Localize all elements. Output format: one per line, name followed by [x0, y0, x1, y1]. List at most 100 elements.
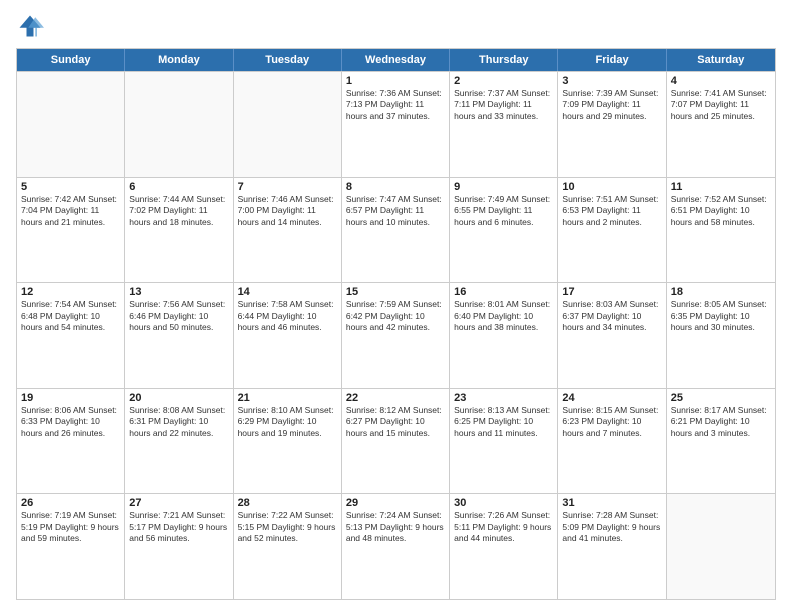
day-info: Sunrise: 7:59 AM Sunset: 6:42 PM Dayligh… [346, 299, 445, 333]
day-info: Sunrise: 8:01 AM Sunset: 6:40 PM Dayligh… [454, 299, 553, 333]
day-number: 15 [346, 286, 445, 298]
day-cell-12: 12Sunrise: 7:54 AM Sunset: 6:48 PM Dayli… [17, 283, 125, 388]
day-number: 5 [21, 181, 120, 193]
day-cell-8: 8Sunrise: 7:47 AM Sunset: 6:57 PM Daylig… [342, 178, 450, 283]
day-cell-22: 22Sunrise: 8:12 AM Sunset: 6:27 PM Dayli… [342, 389, 450, 494]
day-number: 14 [238, 286, 337, 298]
empty-cell-4-6 [667, 494, 775, 599]
weekday-header-tuesday: Tuesday [234, 49, 342, 71]
calendar-body: 1Sunrise: 7:36 AM Sunset: 7:13 PM Daylig… [17, 71, 775, 599]
day-number: 27 [129, 497, 228, 509]
day-info: Sunrise: 7:19 AM Sunset: 5:19 PM Dayligh… [21, 510, 120, 544]
day-number: 3 [562, 75, 661, 87]
day-number: 2 [454, 75, 553, 87]
day-cell-6: 6Sunrise: 7:44 AM Sunset: 7:02 PM Daylig… [125, 178, 233, 283]
weekday-header-thursday: Thursday [450, 49, 558, 71]
day-info: Sunrise: 7:26 AM Sunset: 5:11 PM Dayligh… [454, 510, 553, 544]
weekday-header-friday: Friday [558, 49, 666, 71]
day-number: 28 [238, 497, 337, 509]
day-info: Sunrise: 8:06 AM Sunset: 6:33 PM Dayligh… [21, 405, 120, 439]
calendar-row-1: 5Sunrise: 7:42 AM Sunset: 7:04 PM Daylig… [17, 177, 775, 283]
day-cell-10: 10Sunrise: 7:51 AM Sunset: 6:53 PM Dayli… [558, 178, 666, 283]
day-number: 9 [454, 181, 553, 193]
weekday-header-saturday: Saturday [667, 49, 775, 71]
day-info: Sunrise: 7:47 AM Sunset: 6:57 PM Dayligh… [346, 194, 445, 228]
day-number: 31 [562, 497, 661, 509]
day-cell-9: 9Sunrise: 7:49 AM Sunset: 6:55 PM Daylig… [450, 178, 558, 283]
day-info: Sunrise: 7:56 AM Sunset: 6:46 PM Dayligh… [129, 299, 228, 333]
day-info: Sunrise: 7:58 AM Sunset: 6:44 PM Dayligh… [238, 299, 337, 333]
day-number: 13 [129, 286, 228, 298]
calendar-header: SundayMondayTuesdayWednesdayThursdayFrid… [17, 49, 775, 71]
day-info: Sunrise: 7:49 AM Sunset: 6:55 PM Dayligh… [454, 194, 553, 228]
day-cell-24: 24Sunrise: 8:15 AM Sunset: 6:23 PM Dayli… [558, 389, 666, 494]
day-cell-11: 11Sunrise: 7:52 AM Sunset: 6:51 PM Dayli… [667, 178, 775, 283]
day-info: Sunrise: 7:42 AM Sunset: 7:04 PM Dayligh… [21, 194, 120, 228]
day-number: 17 [562, 286, 661, 298]
empty-cell-0-1 [125, 72, 233, 177]
day-number: 30 [454, 497, 553, 509]
day-info: Sunrise: 8:10 AM Sunset: 6:29 PM Dayligh… [238, 405, 337, 439]
day-cell-2: 2Sunrise: 7:37 AM Sunset: 7:11 PM Daylig… [450, 72, 558, 177]
day-cell-4: 4Sunrise: 7:41 AM Sunset: 7:07 PM Daylig… [667, 72, 775, 177]
weekday-header-wednesday: Wednesday [342, 49, 450, 71]
day-info: Sunrise: 8:05 AM Sunset: 6:35 PM Dayligh… [671, 299, 771, 333]
day-info: Sunrise: 8:15 AM Sunset: 6:23 PM Dayligh… [562, 405, 661, 439]
day-info: Sunrise: 8:08 AM Sunset: 6:31 PM Dayligh… [129, 405, 228, 439]
day-info: Sunrise: 7:21 AM Sunset: 5:17 PM Dayligh… [129, 510, 228, 544]
day-number: 20 [129, 392, 228, 404]
day-number: 7 [238, 181, 337, 193]
calendar: SundayMondayTuesdayWednesdayThursdayFrid… [16, 48, 776, 600]
day-info: Sunrise: 8:12 AM Sunset: 6:27 PM Dayligh… [346, 405, 445, 439]
day-cell-30: 30Sunrise: 7:26 AM Sunset: 5:11 PM Dayli… [450, 494, 558, 599]
day-number: 24 [562, 392, 661, 404]
day-number: 12 [21, 286, 120, 298]
calendar-row-3: 19Sunrise: 8:06 AM Sunset: 6:33 PM Dayli… [17, 388, 775, 494]
logo [16, 12, 48, 40]
day-cell-16: 16Sunrise: 8:01 AM Sunset: 6:40 PM Dayli… [450, 283, 558, 388]
day-number: 11 [671, 181, 771, 193]
header [16, 12, 776, 40]
day-info: Sunrise: 8:17 AM Sunset: 6:21 PM Dayligh… [671, 405, 771, 439]
day-cell-17: 17Sunrise: 8:03 AM Sunset: 6:37 PM Dayli… [558, 283, 666, 388]
day-info: Sunrise: 7:39 AM Sunset: 7:09 PM Dayligh… [562, 88, 661, 122]
day-number: 4 [671, 75, 771, 87]
page: SundayMondayTuesdayWednesdayThursdayFrid… [0, 0, 792, 612]
day-number: 21 [238, 392, 337, 404]
day-cell-3: 3Sunrise: 7:39 AM Sunset: 7:09 PM Daylig… [558, 72, 666, 177]
day-info: Sunrise: 8:03 AM Sunset: 6:37 PM Dayligh… [562, 299, 661, 333]
calendar-row-4: 26Sunrise: 7:19 AM Sunset: 5:19 PM Dayli… [17, 493, 775, 599]
day-number: 22 [346, 392, 445, 404]
day-info: Sunrise: 7:52 AM Sunset: 6:51 PM Dayligh… [671, 194, 771, 228]
day-cell-28: 28Sunrise: 7:22 AM Sunset: 5:15 PM Dayli… [234, 494, 342, 599]
day-number: 23 [454, 392, 553, 404]
day-cell-5: 5Sunrise: 7:42 AM Sunset: 7:04 PM Daylig… [17, 178, 125, 283]
day-cell-20: 20Sunrise: 8:08 AM Sunset: 6:31 PM Dayli… [125, 389, 233, 494]
day-info: Sunrise: 7:36 AM Sunset: 7:13 PM Dayligh… [346, 88, 445, 122]
weekday-header-sunday: Sunday [17, 49, 125, 71]
weekday-header-monday: Monday [125, 49, 233, 71]
day-info: Sunrise: 7:37 AM Sunset: 7:11 PM Dayligh… [454, 88, 553, 122]
day-cell-13: 13Sunrise: 7:56 AM Sunset: 6:46 PM Dayli… [125, 283, 233, 388]
day-cell-7: 7Sunrise: 7:46 AM Sunset: 7:00 PM Daylig… [234, 178, 342, 283]
calendar-row-0: 1Sunrise: 7:36 AM Sunset: 7:13 PM Daylig… [17, 71, 775, 177]
day-number: 1 [346, 75, 445, 87]
empty-cell-0-2 [234, 72, 342, 177]
day-number: 6 [129, 181, 228, 193]
day-info: Sunrise: 7:22 AM Sunset: 5:15 PM Dayligh… [238, 510, 337, 544]
day-number: 18 [671, 286, 771, 298]
day-number: 10 [562, 181, 661, 193]
day-cell-21: 21Sunrise: 8:10 AM Sunset: 6:29 PM Dayli… [234, 389, 342, 494]
day-cell-15: 15Sunrise: 7:59 AM Sunset: 6:42 PM Dayli… [342, 283, 450, 388]
day-cell-23: 23Sunrise: 8:13 AM Sunset: 6:25 PM Dayli… [450, 389, 558, 494]
day-cell-1: 1Sunrise: 7:36 AM Sunset: 7:13 PM Daylig… [342, 72, 450, 177]
day-cell-19: 19Sunrise: 8:06 AM Sunset: 6:33 PM Dayli… [17, 389, 125, 494]
day-number: 25 [671, 392, 771, 404]
day-number: 29 [346, 497, 445, 509]
day-info: Sunrise: 7:41 AM Sunset: 7:07 PM Dayligh… [671, 88, 771, 122]
day-info: Sunrise: 7:28 AM Sunset: 5:09 PM Dayligh… [562, 510, 661, 544]
day-cell-14: 14Sunrise: 7:58 AM Sunset: 6:44 PM Dayli… [234, 283, 342, 388]
day-cell-26: 26Sunrise: 7:19 AM Sunset: 5:19 PM Dayli… [17, 494, 125, 599]
calendar-row-2: 12Sunrise: 7:54 AM Sunset: 6:48 PM Dayli… [17, 282, 775, 388]
day-info: Sunrise: 7:24 AM Sunset: 5:13 PM Dayligh… [346, 510, 445, 544]
